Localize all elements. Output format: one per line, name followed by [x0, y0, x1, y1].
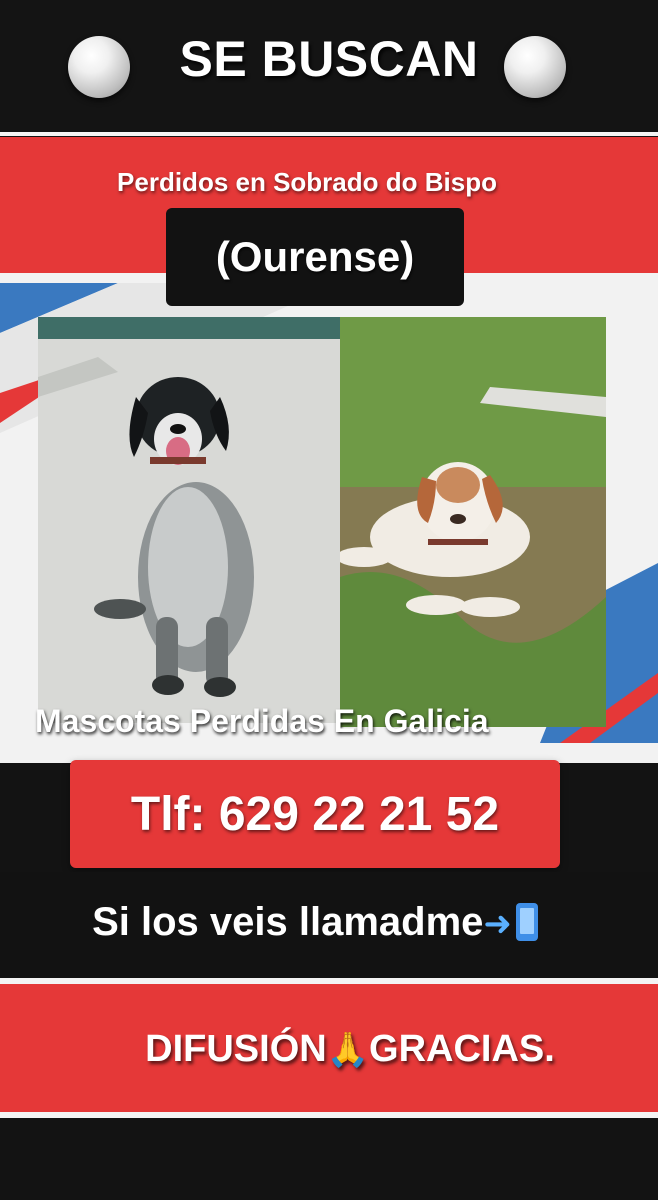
phone-number: Tlf: 629 22 21 52: [70, 760, 560, 868]
province-label: (Ourense): [166, 208, 464, 306]
watermark-text: Mascotas Perdidas En Galicia: [35, 703, 489, 739]
location-text: Perdidos en Sobrado do Bispo: [117, 167, 497, 197]
arrow-icon: ➜: [483, 905, 512, 943]
mobile-phone-icon: [515, 903, 538, 941]
divider: [0, 132, 658, 136]
closing-message: DIFUSIÓN🙏GRACIAS.: [0, 1028, 658, 1071]
dog-right-image: [340, 317, 606, 727]
folded-hands-icon: 🙏: [326, 1031, 370, 1069]
closing-left-text: DIFUSIÓN: [145, 1028, 327, 1070]
call-instruction: Si los veis llamadme➜: [0, 900, 630, 945]
closing-right-text: GRACIAS.: [369, 1028, 555, 1070]
poster-title: SE BUSCAN: [179, 31, 479, 87]
dog-left-image: [38, 317, 340, 723]
call-text: Si los veis llamadme: [92, 900, 484, 944]
dog-photo-left: [38, 317, 340, 723]
dog-photo-right: [340, 317, 606, 727]
footer: [0, 1118, 658, 1200]
